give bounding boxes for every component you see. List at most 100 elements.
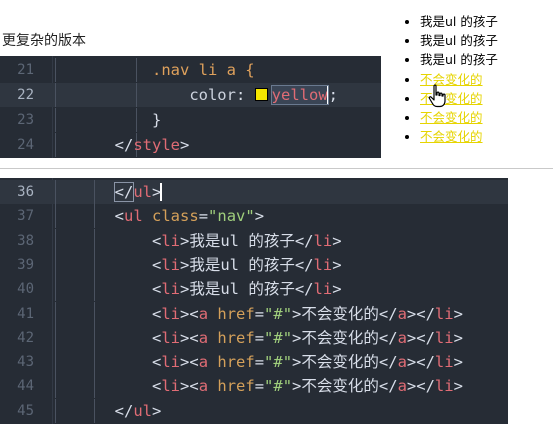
- code-token: =: [254, 328, 265, 347]
- code-line[interactable]: 45 </ul>: [0, 398, 508, 423]
- code-token: ul: [133, 401, 152, 420]
- code-token: a: [198, 377, 209, 396]
- code-token: =: [254, 304, 265, 323]
- code-token: =: [254, 377, 265, 396]
- code-token: 不会变化的: [301, 377, 379, 396]
- code-token: li: [434, 353, 454, 372]
- code-text[interactable]: <li>我是ul 的孩子</li>: [40, 277, 342, 301]
- code-text[interactable]: </ul>: [40, 399, 162, 423]
- code-token: </: [378, 377, 398, 396]
- code-line[interactable]: 41 <li><a href="#">不会变化的</a></li>: [0, 301, 508, 326]
- code-text[interactable]: }: [40, 108, 161, 132]
- code-line[interactable]: 42 <li><a href="#">不会变化的</a></li>: [0, 325, 508, 350]
- code-token: >: [453, 304, 463, 323]
- code-token: .nav li a {: [151, 61, 255, 79]
- line-number: 41: [17, 305, 34, 322]
- color-swatch-icon[interactable]: [254, 88, 268, 101]
- code-token: li: [313, 231, 333, 250]
- code-line[interactable]: 37 <ul class="nav">: [0, 204, 508, 229]
- code-token: >: [180, 255, 190, 274]
- code-token: >: [180, 280, 190, 299]
- code-token: li: [161, 304, 180, 323]
- code-token: </: [294, 255, 314, 274]
- code-token: =: [254, 353, 265, 372]
- code-token: </: [114, 136, 134, 154]
- code-text[interactable]: </ul>: [40, 180, 163, 204]
- code-text[interactable]: <li>我是ul 的孩子</li>: [40, 253, 342, 277]
- code-line[interactable]: 39 <li>我是ul 的孩子</li>: [0, 252, 508, 277]
- code-editor-top[interactable]: 21 .nav li a {22 color: yellow; 23 } 24 </…: [0, 56, 381, 158]
- code-line[interactable]: 36 </ul>: [0, 180, 508, 204]
- code-text[interactable]: .nav li a {: [40, 58, 255, 82]
- code-token: 我是ul 的孩子: [189, 280, 295, 299]
- code-text[interactable]: </style>: [40, 133, 190, 157]
- code-token: 不会变化的: [301, 353, 379, 372]
- code-text[interactable]: <li>我是ul 的孩子</li>: [40, 229, 342, 253]
- code-token: li: [161, 377, 180, 396]
- line-number: 36: [17, 184, 34, 200]
- code-token: a: [397, 304, 407, 323]
- preview-link[interactable]: 不会变化的: [420, 110, 483, 125]
- code-line[interactable]: 44 <li><a href="#">不会变化的</a></li>: [0, 374, 508, 399]
- preview-list-item[interactable]: 不会变化的: [420, 108, 550, 127]
- code-token: href: [217, 304, 255, 323]
- code-token: class: [152, 207, 199, 226]
- preview-list-item: 我是ul 的孩子: [420, 31, 550, 50]
- code-token: </: [114, 401, 134, 420]
- browser-preview: 我是ul 的孩子我是ul 的孩子我是ul 的孩子不会变化的不会变化的不会变化的不…: [400, 12, 550, 146]
- code-text[interactable]: <ul class="nav">: [40, 204, 264, 228]
- code-token: "#": [264, 328, 293, 347]
- code-token: ul: [124, 207, 143, 226]
- code-token: <: [151, 304, 162, 323]
- code-token: <: [189, 328, 199, 347]
- line-number: 43: [17, 354, 34, 371]
- code-token: =: [198, 207, 209, 226]
- preview-list-item[interactable]: 不会变化的: [420, 127, 550, 146]
- divider: [0, 168, 553, 169]
- code-line[interactable]: 38 <li>我是ul 的孩子</li>: [0, 228, 508, 253]
- code-line[interactable]: 21 .nav li a {: [0, 58, 381, 82]
- code-line[interactable]: 22 color: yellow;: [0, 83, 381, 107]
- code-editor-bottom[interactable]: 36 </ul> 37 <ul class="nav"> 38 <li>我是ul 的…: [0, 178, 508, 424]
- code-token: a: [397, 377, 407, 396]
- code-token: "#": [264, 304, 293, 323]
- code-text[interactable]: <li><a href="#">不会变化的</a></li>: [40, 302, 463, 326]
- code-text[interactable]: color: yellow;: [40, 83, 338, 107]
- code-token: </: [378, 304, 398, 323]
- code-token: <: [189, 304, 199, 323]
- code-line[interactable]: 23 }: [0, 108, 381, 132]
- code-line[interactable]: 24 </style>: [0, 133, 381, 157]
- preview-link[interactable]: 不会变化的: [420, 129, 483, 144]
- code-line[interactable]: 40 <li>我是ul 的孩子</li>: [0, 277, 508, 302]
- code-token: </: [378, 353, 398, 372]
- code-token: <: [151, 377, 162, 396]
- code-text[interactable]: <li><a href="#">不会变化的</a></li>: [40, 374, 463, 398]
- code-line[interactable]: 43 <li><a href="#">不会变化的</a></li>: [0, 350, 508, 375]
- code-text[interactable]: <li><a href="#">不会变化的</a></li>: [40, 350, 463, 374]
- code-token: <: [114, 207, 124, 226]
- code-token: li: [434, 328, 454, 347]
- code-token: ul: [133, 183, 152, 201]
- code-token: </: [378, 328, 398, 347]
- code-token: >: [292, 377, 302, 396]
- code-text[interactable]: <li><a href="#">不会变化的</a></li>: [40, 326, 463, 350]
- code-token: >: [152, 401, 162, 420]
- code-token: <: [151, 231, 162, 250]
- code-token: </: [294, 231, 314, 250]
- code-token: 我是ul 的孩子: [189, 231, 295, 250]
- preview-list-item: 我是ul 的孩子: [420, 50, 550, 69]
